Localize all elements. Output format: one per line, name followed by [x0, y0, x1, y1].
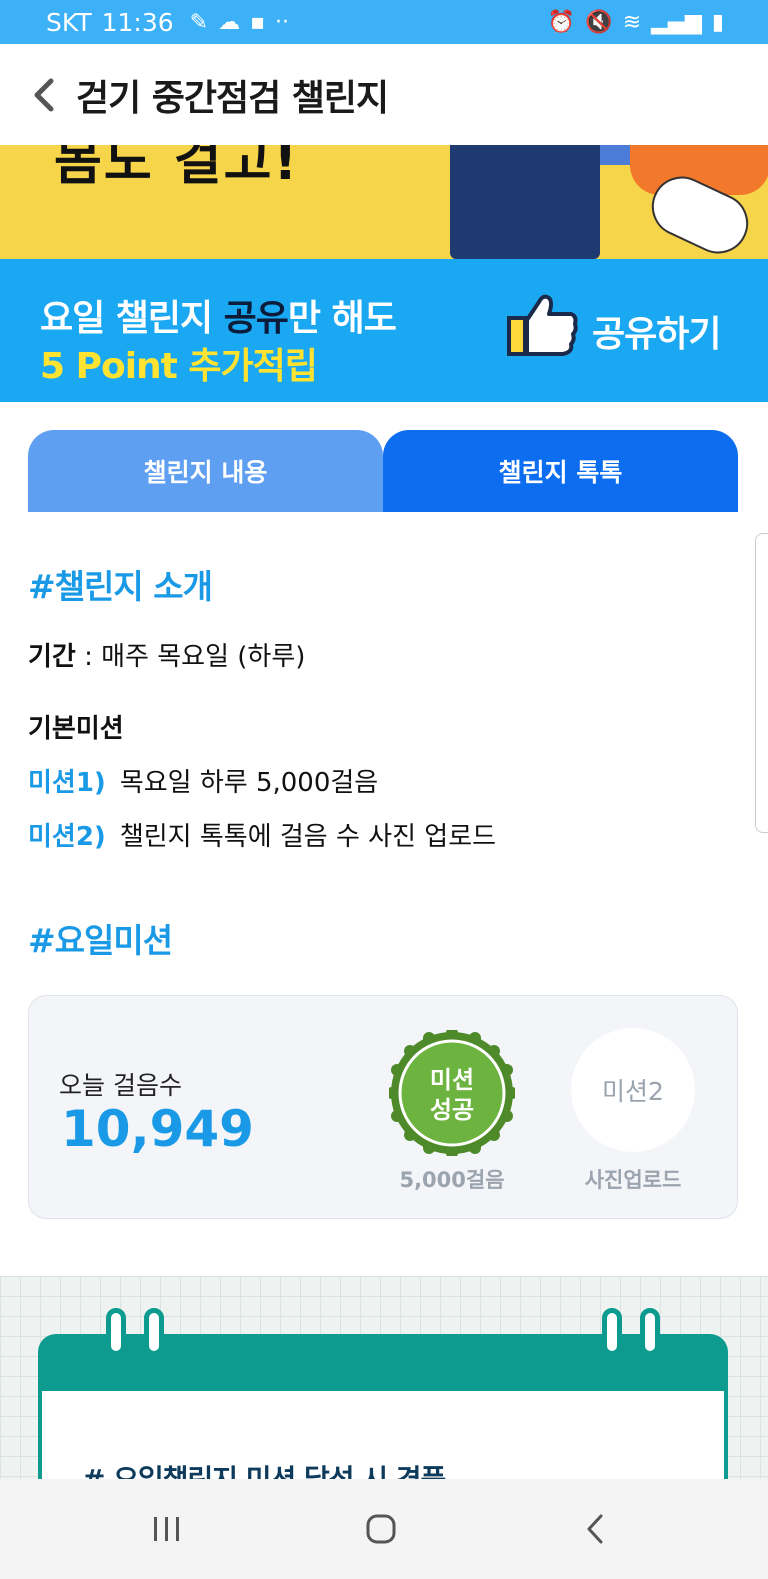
- intro-title: #챌린지 소개: [28, 567, 213, 606]
- share-banner-point: 5 Point 추가적립: [40, 346, 318, 387]
- thumbs-up-icon[interactable]: [505, 292, 581, 358]
- alarm-icon: ⏰: [547, 9, 576, 35]
- recent-apps-button[interactable]: [132, 1501, 202, 1557]
- home-icon: [366, 1514, 396, 1544]
- status-icons: ⏰ 🔇 ≋ ▂▄▆ ▮: [548, 10, 724, 35]
- badge2-caption: 사진업로드: [584, 1168, 682, 1192]
- basic-mission-label: 기본미션: [28, 714, 124, 744]
- challenge-banner: 몸도 걸고!: [0, 145, 768, 259]
- page-title: 걷기 중간점검 챌린지: [76, 77, 389, 119]
- mission-tag: 미션2): [28, 822, 106, 852]
- period-text: 기간 : 매주 목요일 (하루): [28, 636, 305, 673]
- mission-text: 목요일 하루 5,000걸음: [119, 768, 379, 798]
- recent-apps-icon: [154, 1517, 179, 1541]
- calendar-ring: [144, 1308, 164, 1356]
- system-nav-bar: [0, 1479, 768, 1579]
- clock: 11:36: [101, 7, 174, 37]
- share-button[interactable]: 공유하기: [592, 305, 721, 357]
- mission2-badge[interactable]: 미션2: [571, 1028, 695, 1152]
- mission-item: 미션1) 목요일 하루 5,000걸음: [28, 762, 378, 799]
- badge1-caption: 5,000걸음: [399, 1168, 505, 1192]
- tab-bar: 챌린지 내용 챌린지 톡톡: [28, 430, 738, 512]
- calendar-ring: [602, 1308, 622, 1356]
- tab-challenge-talk[interactable]: 챌린지 톡톡: [383, 430, 738, 512]
- back-button[interactable]: [12, 44, 76, 145]
- wifi-icon: ≋: [622, 9, 642, 35]
- share-banner-line1: 요일 챌린지 공유만 해도: [40, 289, 397, 341]
- mission-status-card: 오늘 걸음수 10,949 미션 성공 5,000걸음 미션2 사진업로드: [28, 995, 738, 1219]
- banner-partial-text: 몸도 걸고!: [54, 145, 300, 192]
- mission-item: 미션2) 챌린지 톡톡에 걸음 수 사진 업로드: [28, 816, 496, 853]
- back-arrow-icon: [587, 1514, 603, 1544]
- badge1-bottom-text: 성공: [430, 1096, 474, 1124]
- more-icon: ··: [275, 9, 289, 35]
- app-header: 걷기 중간점검 챌린지: [0, 44, 768, 145]
- share-text-emphasis: 공유: [223, 298, 289, 339]
- steps-label: 오늘 걸음수: [59, 1071, 182, 1100]
- badge1-top-text: 미션: [430, 1066, 474, 1094]
- system-back-button[interactable]: [560, 1501, 630, 1557]
- period-value: : 매주 목요일 (하루): [75, 642, 306, 672]
- signal-icon: ▂▄▆: [651, 9, 702, 35]
- page: SKT 11:36 ✎ ☁ ▪ ·· ⏰ 🔇 ≋ ▂▄▆ ▮ 걷기 중간점검 챌…: [0, 0, 768, 1579]
- steps-count: 10,949: [61, 1100, 254, 1158]
- note-icon: ▪: [250, 9, 265, 35]
- tab-challenge-content[interactable]: 챌린지 내용: [28, 430, 383, 512]
- pen-icon: ✎: [189, 9, 209, 35]
- badge2-text: 미션2: [602, 1077, 664, 1106]
- mission-success-stamp-icon: 미션 성공: [389, 1030, 515, 1156]
- period-label: 기간: [28, 642, 76, 672]
- calendar-ring: [640, 1308, 660, 1356]
- share-text-prefix: 요일 챌린지: [40, 298, 224, 339]
- status-bar: SKT 11:36 ✎ ☁ ▪ ·· ⏰ 🔇 ≋ ▂▄▆ ▮: [0, 0, 768, 44]
- chevron-left-icon: [34, 78, 54, 111]
- mission-tag: 미션1): [28, 768, 106, 798]
- mission-text: 챌린지 톡톡에 걸음 수 사진 업로드: [119, 822, 497, 852]
- illustration-walker: [450, 145, 600, 259]
- side-scroll-handle[interactable]: [755, 533, 768, 833]
- carrier: SKT: [46, 7, 92, 37]
- mute-icon: 🔇: [585, 9, 613, 35]
- battery-icon: ▮: [711, 9, 724, 35]
- chat-icon: ☁: [218, 9, 241, 35]
- home-button[interactable]: [346, 1501, 416, 1557]
- share-text-suffix: 만 해도: [287, 298, 397, 339]
- calendar-ring: [106, 1308, 126, 1356]
- day-mission-title: #요일미션: [28, 921, 173, 960]
